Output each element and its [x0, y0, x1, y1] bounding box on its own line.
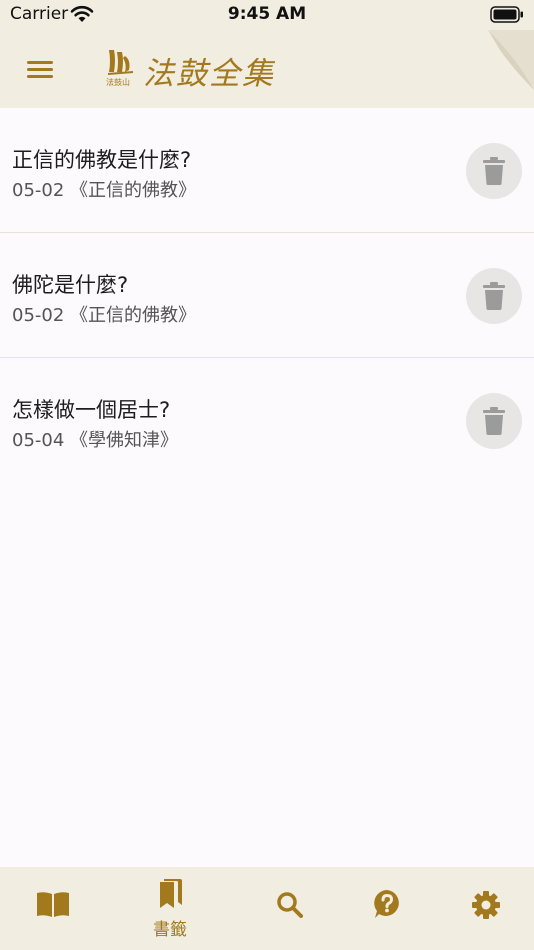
- menu-button[interactable]: [20, 54, 60, 84]
- tab-settings[interactable]: [433, 867, 534, 950]
- bookmark-row[interactable]: 佛陀是什麼? 05-02 《正信的佛教》: [0, 233, 534, 358]
- trash-icon: [483, 157, 505, 185]
- bookmark-row[interactable]: 怎樣做一個居士? 05-04 《學佛知津》: [0, 358, 534, 483]
- bookmark-title: 正信的佛教是什麼?: [12, 148, 192, 172]
- status-bar: Carrier 9:45 AM: [0, 0, 534, 30]
- book-open-icon: [37, 892, 69, 917]
- status-time: 9:45 AM: [227, 4, 307, 24]
- bookmark-title: 佛陀是什麼?: [12, 273, 129, 297]
- tab-search[interactable]: [237, 867, 343, 950]
- trash-icon: [483, 282, 505, 310]
- navigation-bar: 法鼓山 法鼓全集: [0, 30, 534, 108]
- help-icon: [374, 890, 399, 918]
- page-curl-decoration: [488, 30, 534, 90]
- tab-bar: 書籤: [0, 867, 534, 950]
- tab-bookmarks[interactable]: 書籤: [117, 867, 223, 950]
- tab-bookmarks-label: 書籤: [153, 920, 187, 940]
- bookmark-subtitle: 05-04 《學佛知津》: [12, 430, 179, 451]
- gear-icon: [472, 891, 500, 919]
- delete-bookmark-button[interactable]: [466, 393, 522, 449]
- hamburger-icon-line: [27, 75, 53, 78]
- hamburger-icon-line: [27, 61, 53, 64]
- trash-icon: [483, 407, 505, 435]
- tab-help[interactable]: [334, 867, 440, 950]
- battery-icon: [490, 6, 523, 23]
- bookmark-subtitle: 05-02 《正信的佛教》: [12, 305, 197, 326]
- logo-title: 法鼓全集: [143, 56, 275, 92]
- hamburger-icon-line: [27, 68, 53, 71]
- bookmark-row[interactable]: 正信的佛教是什麼? 05-02 《正信的佛教》: [0, 108, 534, 233]
- bookmark-title: 怎樣做一個居士?: [12, 398, 171, 422]
- delete-bookmark-button[interactable]: [466, 143, 522, 199]
- bookmark-list: 正信的佛教是什麼? 05-02 《正信的佛教》 佛陀是什麼? 05-02 《正信…: [0, 108, 534, 483]
- bookmark-icon: [160, 879, 182, 908]
- logo-small-text: 法鼓山: [106, 78, 130, 87]
- bookmark-subtitle: 05-02 《正信的佛教》: [12, 180, 197, 201]
- app-logo: 法鼓山 法鼓全集: [105, 46, 285, 92]
- tab-library[interactable]: [0, 867, 106, 950]
- search-icon: [277, 892, 303, 918]
- delete-bookmark-button[interactable]: [466, 268, 522, 324]
